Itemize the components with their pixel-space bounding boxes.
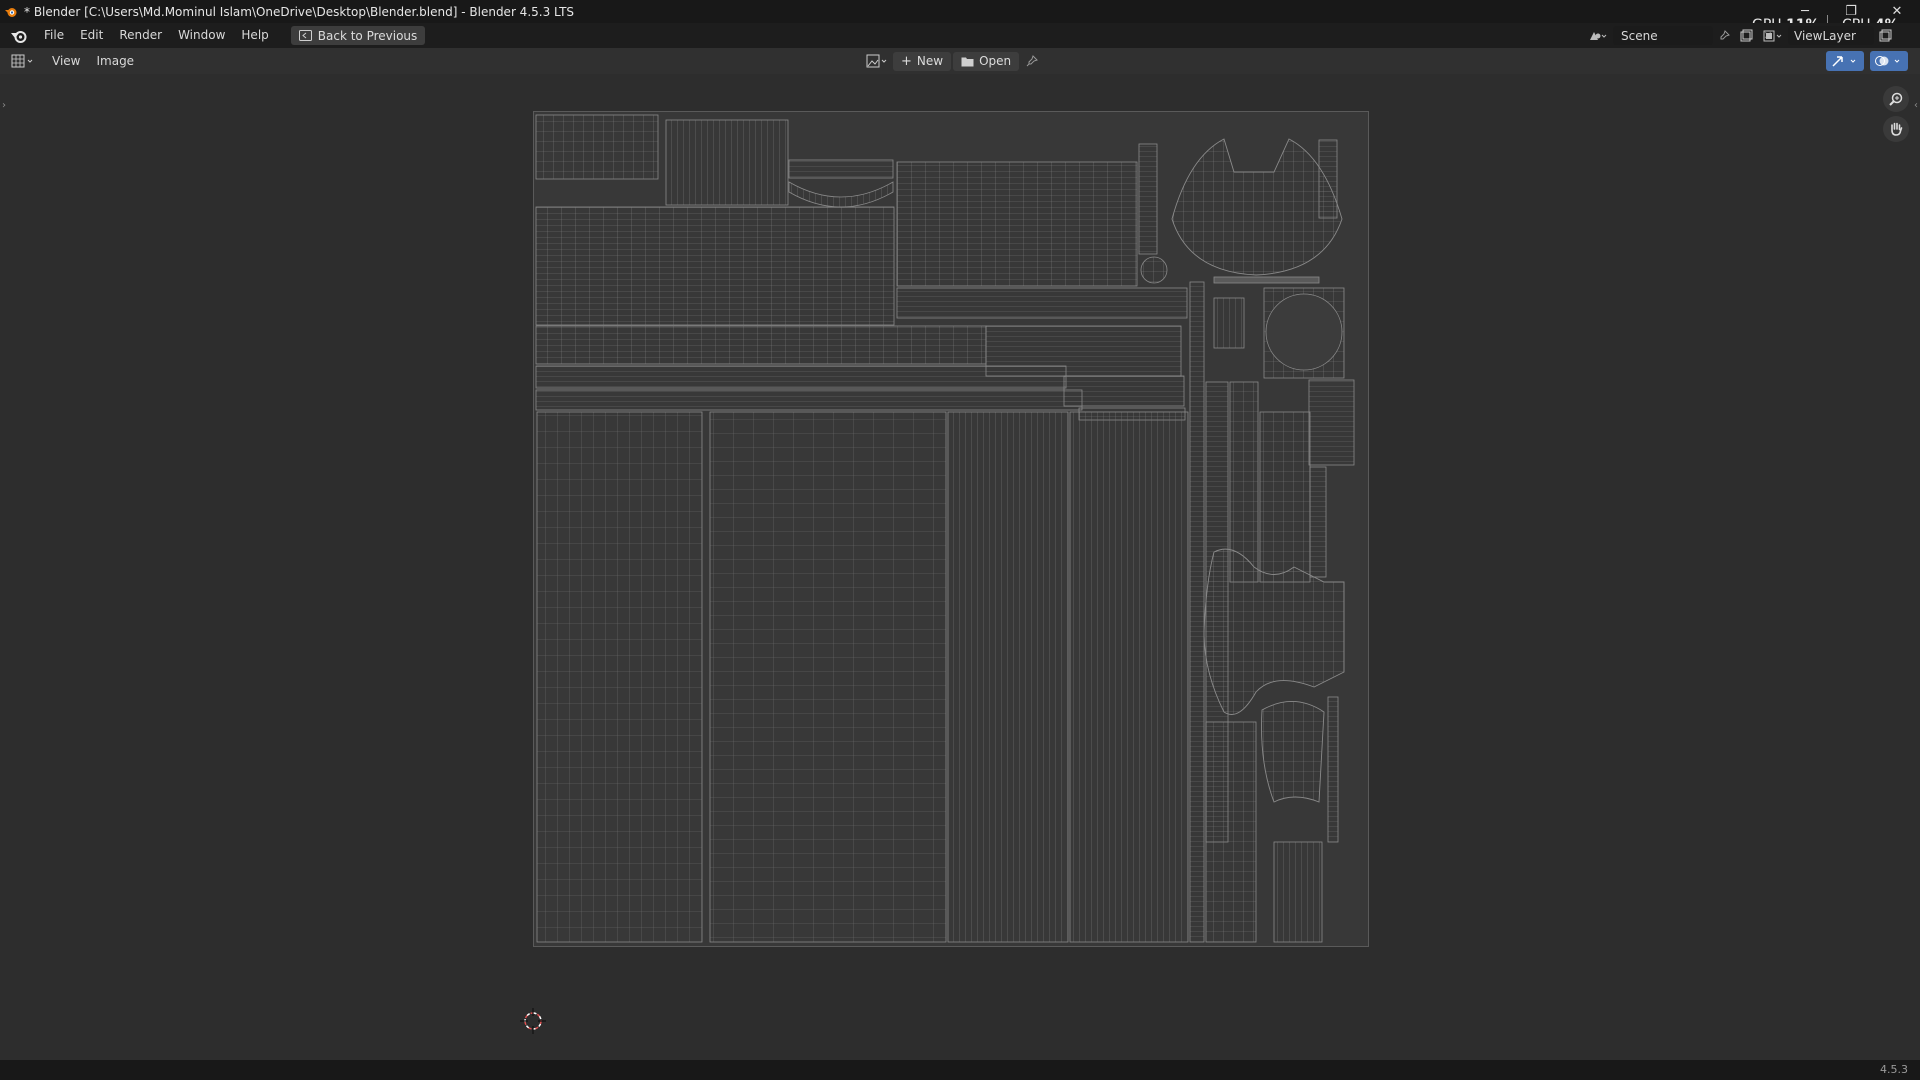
overlays-icon [1875,56,1900,66]
new-image-button[interactable]: + New [893,51,952,71]
sidebar-expand-icon[interactable]: ‹ [1914,100,1918,111]
folder-icon [961,57,974,66]
uv-island [1265,293,1343,371]
new-viewlayer-icon[interactable] [1874,26,1896,45]
uv-island [709,411,947,943]
uv-island [1140,256,1168,284]
uv-island [947,411,1069,943]
uv-island [1309,466,1327,578]
uv-island [1318,139,1338,219]
viewlayer-name-field[interactable]: ViewLayer [1788,26,1874,45]
uv-island [788,181,894,208]
menu-image[interactable]: Image [88,54,142,68]
uv-texture-image [533,111,1369,947]
uv-island [1138,143,1158,255]
gizmo-toggle-button[interactable] [1826,51,1864,71]
uv-island [1189,281,1205,943]
menu-render[interactable]: Render [111,23,170,48]
pan-hand-icon[interactable] [1883,116,1909,142]
plus-icon: + [901,53,912,69]
uv-island [1063,375,1185,407]
restore-button[interactable]: ❐ [1828,0,1874,23]
uv-island [1069,411,1189,943]
gizmo-icon [1832,56,1856,67]
uv-island [1171,138,1343,276]
uv-island [788,159,894,179]
screen-back-icon [298,30,312,41]
close-button[interactable]: ✕ [1874,0,1920,23]
menu-edit[interactable]: Edit [72,23,111,48]
viewlayer-browse-icon[interactable] [1758,26,1788,45]
menu-help[interactable]: Help [233,23,276,48]
window-title: * Blender [C:\Users\Md.Mominul Islam\One… [24,4,575,19]
menu-view[interactable]: View [44,54,88,68]
open-image-button[interactable]: Open [953,51,1020,71]
image-datablock-tools: + New Open [863,51,1043,71]
menu-file[interactable]: File [36,23,72,48]
uv-island [896,287,1188,319]
viewlayer-selector: ViewLayer [1758,25,1896,46]
back-to-previous-label: Back to Previous [317,28,418,43]
uv-island [535,114,659,180]
uv-island [1213,276,1320,284]
pin-icon[interactable] [1713,26,1735,45]
uv-island [1261,701,1325,803]
scene-browse-icon[interactable] [1583,26,1613,45]
uv-island [985,325,1182,377]
menu-window[interactable]: Window [170,23,233,48]
image-browse-icon[interactable] [863,52,891,71]
uv-island [1273,841,1323,943]
top-menu-bar: File Edit Render Window Help Back to Pre… [0,23,1920,48]
uv-island [536,411,703,943]
uv-island [1308,379,1355,466]
minimize-button[interactable]: ─ [1782,0,1828,23]
uv-island [1205,721,1257,943]
blender-logo-icon [4,5,18,19]
uv-island [1327,696,1339,843]
toolbar-expand-icon[interactable]: › [2,100,6,111]
scene-selector: Scene ✕ [1583,25,1779,46]
uv-editor-viewport[interactable]: › ‹ [0,74,1920,1060]
uv-island [1259,411,1311,583]
open-image-label: Open [979,54,1012,68]
uv-island [896,161,1138,287]
blender-menu-icon[interactable] [8,25,30,47]
back-to-previous-button[interactable]: Back to Previous [290,26,426,45]
uv-island [535,389,1083,411]
image-editor-header: View Image + New Open [0,48,1920,74]
status-bar: 4.5.3 [0,1060,1920,1080]
new-image-label: New [916,54,944,68]
editor-type-icon[interactable] [10,51,36,71]
uv-island [535,325,987,365]
uv-island [1213,297,1245,349]
2d-cursor-icon[interactable] [520,1008,546,1034]
zoom-icon[interactable] [1883,86,1909,112]
uv-wireframe-layout [535,114,1355,943]
version-label: 4.5.3 [1880,1063,1908,1076]
new-scene-icon[interactable] [1735,26,1757,45]
uv-island [665,119,789,206]
title-bar: * Blender [C:\Users\Md.Mominul Islam\One… [0,0,1920,33]
image-pin-icon[interactable] [1021,52,1043,71]
uv-island [535,206,895,326]
scene-name-field[interactable]: Scene [1613,26,1713,45]
overlays-toggle-button[interactable] [1870,51,1908,71]
